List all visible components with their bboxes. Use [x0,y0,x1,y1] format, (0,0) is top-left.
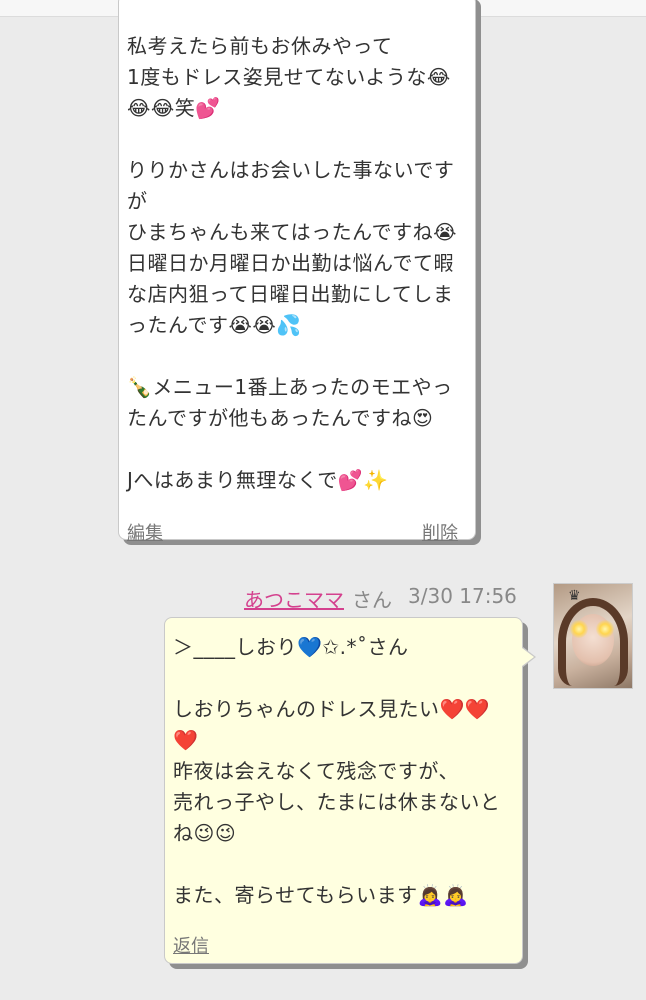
message-line: Jへはあまり無理なくで💕✨ [127,468,389,492]
delete-link[interactable]: 削除 [422,519,458,545]
message-line: ＞____しおり💙✩.*˚さん [173,635,409,659]
reply-link[interactable]: 返信 [173,932,209,958]
message-line: 日曜日か月曜日か出勤は悩んでて暇 [127,251,454,275]
message-line: 🍾メニュー1番上あったのモエやっ [127,375,453,399]
message-line: な店内狙って日曜日出勤にしてしま [127,282,454,306]
message-text: ＞____しおり💙✩.*˚さん しおりちゃんのドレス見たい❤️❤️ ❤️ 昨夜は… [173,632,513,911]
message-line: ね😉😉 [173,821,237,845]
poster-honorific: さん [352,588,392,612]
message-line [127,341,467,372]
message-line: 売れっ子やし、たまには休まないと [173,790,501,814]
message-line: また、寄らせてもらいます🙇‍♀️🙇‍♀️ [173,883,469,907]
message-line [173,849,513,880]
avatar[interactable]: ♛ [553,583,633,689]
message-line [127,434,467,465]
message-line: しおりちゃんのドレス見たい❤️❤️ [173,697,491,721]
message-bubble-previous: 私考えたら前もお休みやって 1度もドレス姿見せてないような😂 😂😂笑💕 りりかさ… [118,0,476,544]
message-text: 私考えたら前もお休みやって 1度もドレス姿見せてないような😂 😂😂笑💕 りりかさ… [127,31,467,496]
edit-link[interactable]: 編集 [127,519,163,545]
message-bubble-reply: ＞____しおり💙✩.*˚さん しおりちゃんのドレス見たい❤️❤️ ❤️ 昨夜は… [164,617,536,964]
message-line: 昨夜は会えなくて残念ですが、 [173,759,459,783]
sparkle-icon [596,620,614,638]
message-line: 私考えたら前もお休みやって [127,34,393,58]
bubble-tail [522,648,534,666]
poster-name-link[interactable]: あつこママ [244,584,344,613]
message-line: ひまちゃんも来てはったんですね😭 [127,220,457,244]
message-line: ❤️ [173,728,199,752]
crown-icon: ♛ [568,588,581,604]
message-line: 1度もドレス姿見せてないような😂 [127,65,451,89]
message-line: たんですが他もあったんですね😍 [127,406,434,430]
message-timestamp: 3/30 17:56 [408,584,517,608]
message-line [173,663,513,694]
message-line: ったんです😭😭💦 [127,313,302,337]
message-line: が [127,189,148,213]
message-line: 😂😂笑💕 [127,96,221,120]
sparkle-icon [570,620,588,638]
message-line [127,124,467,155]
message-line: りりかさんはお会いした事ないです [127,158,455,182]
